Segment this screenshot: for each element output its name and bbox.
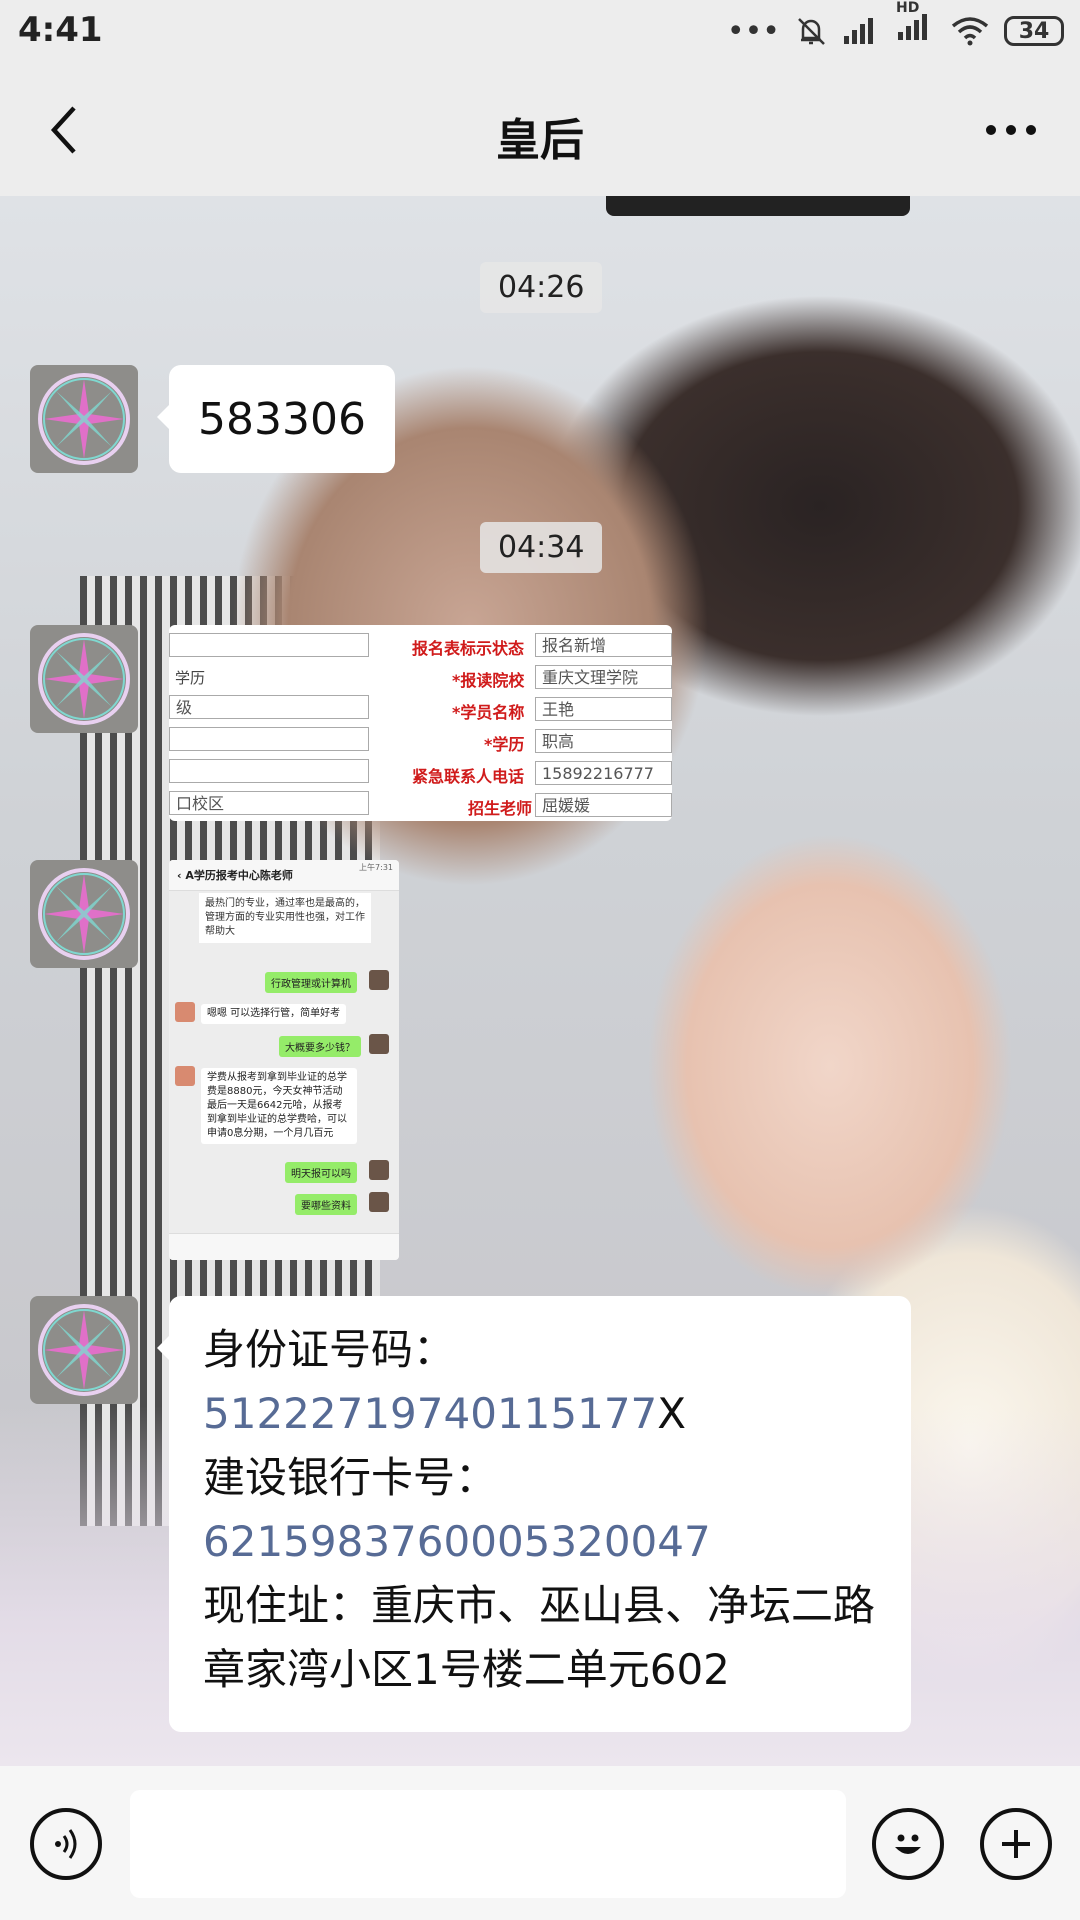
screenshot-time: 上午7:31: [359, 863, 393, 872]
plus-button[interactable]: [980, 1808, 1052, 1880]
voice-button[interactable]: [30, 1808, 102, 1880]
status-bar: 4:41 ••• HD 34: [0, 0, 1080, 66]
bank-label: 建设银行卡号：: [203, 1453, 498, 1502]
compass-star-avatar-icon: [38, 868, 130, 960]
status-time: 4:41: [18, 10, 103, 50]
screenshot-avatar: [369, 1034, 389, 1054]
form-value: 王艳: [535, 697, 672, 721]
form-left-cell: 口校区: [169, 791, 369, 815]
emoji-button[interactable]: [872, 1808, 944, 1880]
wifi-icon: [951, 17, 989, 46]
form-label: 招生老师: [468, 799, 533, 818]
form-label: *学员名称: [452, 703, 525, 722]
chat-area[interactable]: 04:26 583306 04:34 学历 级 口校区 报名表标示状态 *报读院…: [0, 196, 1080, 1766]
message-bubble-info[interactable]: 身份证号码： 51222719740115177X 建设银行卡号： 621598…: [157, 1296, 911, 1732]
form-value: 屈媛媛: [535, 793, 672, 817]
id-label: 身份证号码：: [203, 1325, 456, 1374]
signal-hd-icon: HD: [896, 0, 936, 50]
screenshot-input-bar: [169, 1233, 399, 1260]
voice-icon: [55, 1829, 77, 1859]
screenshot-avatar: [175, 1066, 195, 1086]
notification-dots-icon: •••: [726, 13, 780, 49]
timestamp: 04:26: [480, 262, 603, 313]
compass-star-avatar-icon: [38, 373, 130, 465]
form-label: 紧急联系人电话: [412, 767, 525, 786]
screenshot-header: ‹ A学历报考中心陈老师 上午7:31: [169, 860, 399, 891]
screenshot-msg-sent: 要哪些资料: [295, 1194, 357, 1215]
status-icons: ••• HD 34: [726, 0, 1064, 50]
input-bar: [0, 1766, 1080, 1920]
compass-star-avatar-icon: [38, 633, 130, 725]
chat-screenshot-image[interactable]: ‹ A学历报考中心陈老师 上午7:31 最热门的专业，通过率也是最高的，管理方面…: [169, 860, 399, 1260]
plus-icon: [1002, 1830, 1030, 1858]
form-value: 15892216777: [535, 761, 672, 785]
form-value: 职高: [535, 729, 672, 753]
form-value: 重庆文理学院: [535, 665, 672, 689]
screenshot-msg-received: 嗯嗯 可以选择行管，简单好考: [201, 1004, 347, 1024]
screenshot-title: A学历报考中心陈老师: [185, 869, 293, 882]
screenshot-msg-sent: 明天报可以吗: [285, 1162, 357, 1183]
form-left-cell: [169, 633, 369, 657]
message-bubble-code[interactable]: 583306: [157, 365, 395, 473]
screenshot-msg-received: 学费从报考到拿到毕业证的总学费是8880元，今天女神节活动最后一天是6642元哈…: [201, 1068, 357, 1144]
form-left-select: [169, 727, 369, 751]
emoji-icon: [895, 1834, 921, 1854]
screenshot-avatar: [175, 1002, 195, 1022]
avatar[interactable]: [30, 860, 138, 968]
screenshot-avatar: [369, 970, 389, 990]
avatar[interactable]: [30, 625, 138, 733]
bank-number-link[interactable]: 6215983760005320047: [203, 1510, 877, 1574]
compass-star-avatar-icon: [38, 1304, 130, 1396]
form-left-cell: [169, 759, 369, 783]
id-number: 51222719740115177X: [203, 1382, 877, 1446]
form-label: *报读院校: [452, 671, 525, 690]
signal-icon: [844, 18, 873, 44]
id-number-suffix: X: [657, 1389, 687, 1438]
screenshot-msg-sent: 行政管理或计算机: [265, 972, 357, 993]
form-screenshot-image[interactable]: 学历 级 口校区 报名表标示状态 *报读院校 *学员名称 *学历 紧急联系人电话…: [169, 625, 672, 821]
more-dots-icon: [986, 125, 996, 135]
screenshot-avatar: [369, 1192, 389, 1212]
chat-header: 皇后: [0, 66, 1080, 196]
avatar[interactable]: [30, 365, 138, 473]
screenshot-avatar: [369, 1160, 389, 1180]
hd-label: HD: [896, 0, 920, 16]
form-value: 报名新增: [535, 633, 672, 657]
previous-image-edge[interactable]: [606, 196, 910, 216]
screenshot-text: 最热门的专业，通过率也是最高的，管理方面的专业实用性也强，对工作帮助大: [199, 893, 371, 943]
form-left-select: 级: [169, 695, 369, 719]
avatar[interactable]: [30, 1296, 138, 1404]
form-label: *学历: [484, 735, 525, 754]
battery-icon: 34: [1004, 16, 1064, 46]
id-number-link[interactable]: 51222719740115177: [203, 1389, 657, 1438]
screenshot-msg-sent: 大概要多少钱？: [279, 1036, 361, 1057]
message-input[interactable]: [130, 1790, 846, 1898]
chat-title: 皇后: [496, 115, 584, 166]
form-left-text: 学历: [175, 669, 206, 687]
screenshot-back-icon: ‹: [177, 868, 186, 882]
form-label: 报名表标示状态: [412, 639, 525, 658]
timestamp: 04:34: [480, 522, 603, 573]
mute-bell-icon: [798, 18, 825, 45]
address-text: 现住址：重庆市、巫山县、净坛二路章家湾小区1号楼二单元602: [203, 1581, 876, 1694]
more-button[interactable]: [966, 94, 1056, 166]
